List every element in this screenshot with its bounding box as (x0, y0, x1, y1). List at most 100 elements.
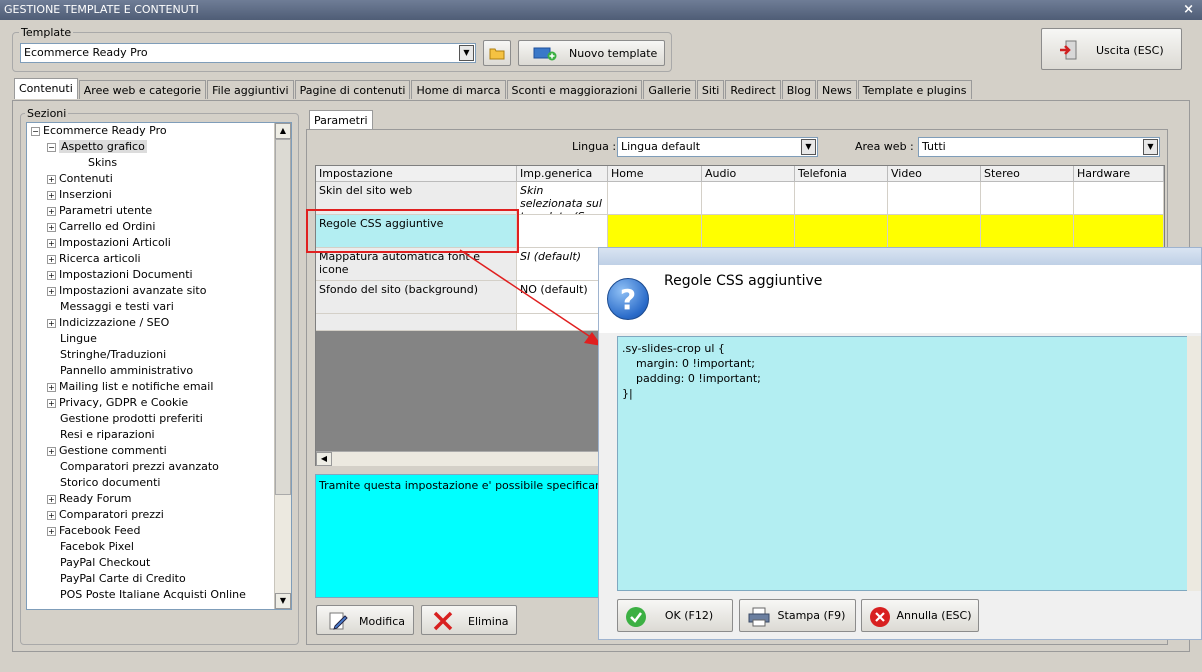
tree-item[interactable]: Pannello amministrativo (27, 363, 291, 379)
expand-icon[interactable]: + (47, 222, 56, 232)
grid-cell[interactable] (702, 215, 795, 248)
tab-2[interactable]: File aggiuntivi (207, 80, 294, 99)
grid-cell[interactable] (608, 182, 702, 215)
grid-cell[interactable] (981, 182, 1074, 215)
tree-item[interactable]: Lingue (27, 331, 291, 347)
chevron-down-icon[interactable]: ▼ (1143, 139, 1158, 155)
area-select[interactable]: Tutti ▼ (918, 137, 1160, 157)
chevron-down-icon[interactable]: ▼ (801, 139, 816, 155)
tab-3[interactable]: Pagine di contenuti (294, 80, 411, 99)
expand-icon[interactable]: + (47, 398, 56, 408)
tree-item[interactable]: Resi e riparazioni (27, 427, 291, 443)
grid-cell[interactable] (888, 182, 981, 215)
tree-item[interactable]: PayPal Carte di Credito (27, 571, 291, 587)
expand-icon[interactable]: + (47, 494, 56, 504)
tree-item[interactable]: Facebok Pixel (27, 539, 291, 555)
grid-column-header[interactable]: Home (608, 166, 702, 182)
tree-item[interactable]: Storico documenti (27, 475, 291, 491)
tree-item[interactable]: + Mailing list e notifiche email (27, 379, 291, 395)
expand-icon[interactable]: + (47, 318, 56, 328)
tab-1[interactable]: Aree web e categorie (78, 80, 207, 99)
tree-root[interactable]: − Ecommerce Ready Pro (27, 123, 291, 139)
tab-4[interactable]: Home di marca (411, 80, 506, 99)
expand-icon[interactable]: + (47, 510, 56, 520)
tree-item[interactable]: + Impostazioni Articoli (27, 235, 291, 251)
expand-icon[interactable]: + (47, 254, 56, 264)
tab-10[interactable]: News (817, 80, 857, 99)
grid-column-header[interactable]: Video (888, 166, 981, 182)
tab-5[interactable]: Sconti e maggiorazioni (506, 80, 643, 99)
css-scrollbar[interactable] (1187, 336, 1201, 591)
collapse-icon[interactable]: − (31, 126, 40, 136)
tab-0[interactable]: Contenuti (14, 78, 78, 99)
cancel-button[interactable]: Annulla (ESC) (861, 599, 979, 632)
scroll-left-icon[interactable]: ◀ (316, 452, 332, 466)
tree-item[interactable]: + Indicizzazione / SEO (27, 315, 291, 331)
grid-cell[interactable]: Skin selezionata sul template (S... (517, 182, 608, 215)
tree-item[interactable]: Stringhe/Traduzioni (27, 347, 291, 363)
chevron-down-icon[interactable]: ▼ (459, 45, 474, 61)
tab-parametri[interactable]: Parametri (309, 110, 373, 129)
expand-icon[interactable]: + (47, 238, 56, 248)
tab-9[interactable]: Blog (781, 80, 817, 99)
tree-item[interactable]: + Parametri utente (27, 203, 291, 219)
grid-cell[interactable] (702, 182, 795, 215)
grid-cell[interactable] (888, 215, 981, 248)
grid-column-header[interactable]: Hardware (1074, 166, 1164, 182)
css-rules-textarea[interactable]: .sy-slides-crop ul { margin: 0 !importan… (617, 336, 1201, 591)
tree-item[interactable]: Skins (27, 155, 291, 171)
open-folder-button[interactable] (483, 40, 511, 66)
tree-item[interactable]: − Aspetto grafico (27, 139, 291, 155)
tree-item[interactable]: + Carrello ed Ordini (27, 219, 291, 235)
grid-cell[interactable] (1074, 215, 1164, 248)
template-select[interactable]: Ecommerce Ready Pro ▼ (20, 43, 476, 63)
expand-icon[interactable]: + (47, 382, 56, 392)
tree-item[interactable]: + Privacy, GDPR e Cookie (27, 395, 291, 411)
grid-column-header[interactable]: Audio (702, 166, 795, 182)
print-button[interactable]: Stampa (F9) (739, 599, 856, 632)
tree-item[interactable]: + Gestione commenti (27, 443, 291, 459)
grid-cell[interactable] (1074, 182, 1164, 215)
tab-7[interactable]: Siti (696, 80, 725, 99)
grid-column-header[interactable]: Impostazione (316, 166, 517, 182)
tree-item[interactable]: + Comparatori prezzi (27, 507, 291, 523)
expand-icon[interactable]: + (47, 206, 56, 216)
new-template-button[interactable]: Nuovo template (518, 40, 665, 66)
grid-column-header[interactable]: Stereo (981, 166, 1074, 182)
tree-item[interactable]: Messaggi e testi vari (27, 299, 291, 315)
tree-item[interactable]: + Ready Forum (27, 491, 291, 507)
scroll-down-icon[interactable]: ▼ (275, 593, 291, 609)
tree-item[interactable]: PayPal Checkout (27, 555, 291, 571)
tree-item[interactable]: + Impostazioni Documenti (27, 267, 291, 283)
tab-6[interactable]: Gallerie (643, 80, 696, 99)
scroll-thumb[interactable] (275, 139, 291, 495)
edit-button[interactable]: Modifica (316, 605, 414, 635)
lingua-select[interactable]: Lingua default ▼ (617, 137, 818, 157)
grid-cell[interactable] (795, 182, 888, 215)
tab-11[interactable]: Template e plugins (857, 80, 972, 99)
grid-cell[interactable] (981, 215, 1074, 248)
tree-item[interactable]: + Contenuti (27, 171, 291, 187)
ok-button[interactable]: OK (F12) (617, 599, 733, 632)
expand-icon[interactable]: + (47, 174, 56, 184)
tree-item[interactable]: + Impostazioni avanzate sito (27, 283, 291, 299)
collapse-icon[interactable]: − (47, 142, 56, 152)
expand-icon[interactable]: + (47, 446, 56, 456)
tree-item[interactable]: Comparatori prezzi avanzato (27, 459, 291, 475)
exit-button[interactable]: Uscita (ESC) (1041, 28, 1182, 70)
tab-8[interactable]: Redirect (725, 80, 781, 99)
tree-item[interactable]: + Inserzioni (27, 187, 291, 203)
expand-icon[interactable]: + (47, 526, 56, 536)
tree-item[interactable]: POS Poste Italiane Acquisti Online (27, 587, 291, 603)
tree-item[interactable]: + Facebook Feed (27, 523, 291, 539)
tree-item[interactable]: + Ricerca articoli (27, 251, 291, 267)
grid-column-header[interactable]: Telefonia (795, 166, 888, 182)
grid-cell[interactable] (608, 215, 702, 248)
expand-icon[interactable]: + (47, 190, 56, 200)
tree-scrollbar[interactable]: ▲ ▼ (274, 123, 291, 609)
expand-icon[interactable]: + (47, 286, 56, 296)
scroll-up-icon[interactable]: ▲ (275, 123, 291, 139)
close-window-button[interactable]: × (1183, 0, 1194, 20)
delete-button[interactable]: Elimina (421, 605, 517, 635)
tree-item[interactable]: Gestione prodotti preferiti (27, 411, 291, 427)
